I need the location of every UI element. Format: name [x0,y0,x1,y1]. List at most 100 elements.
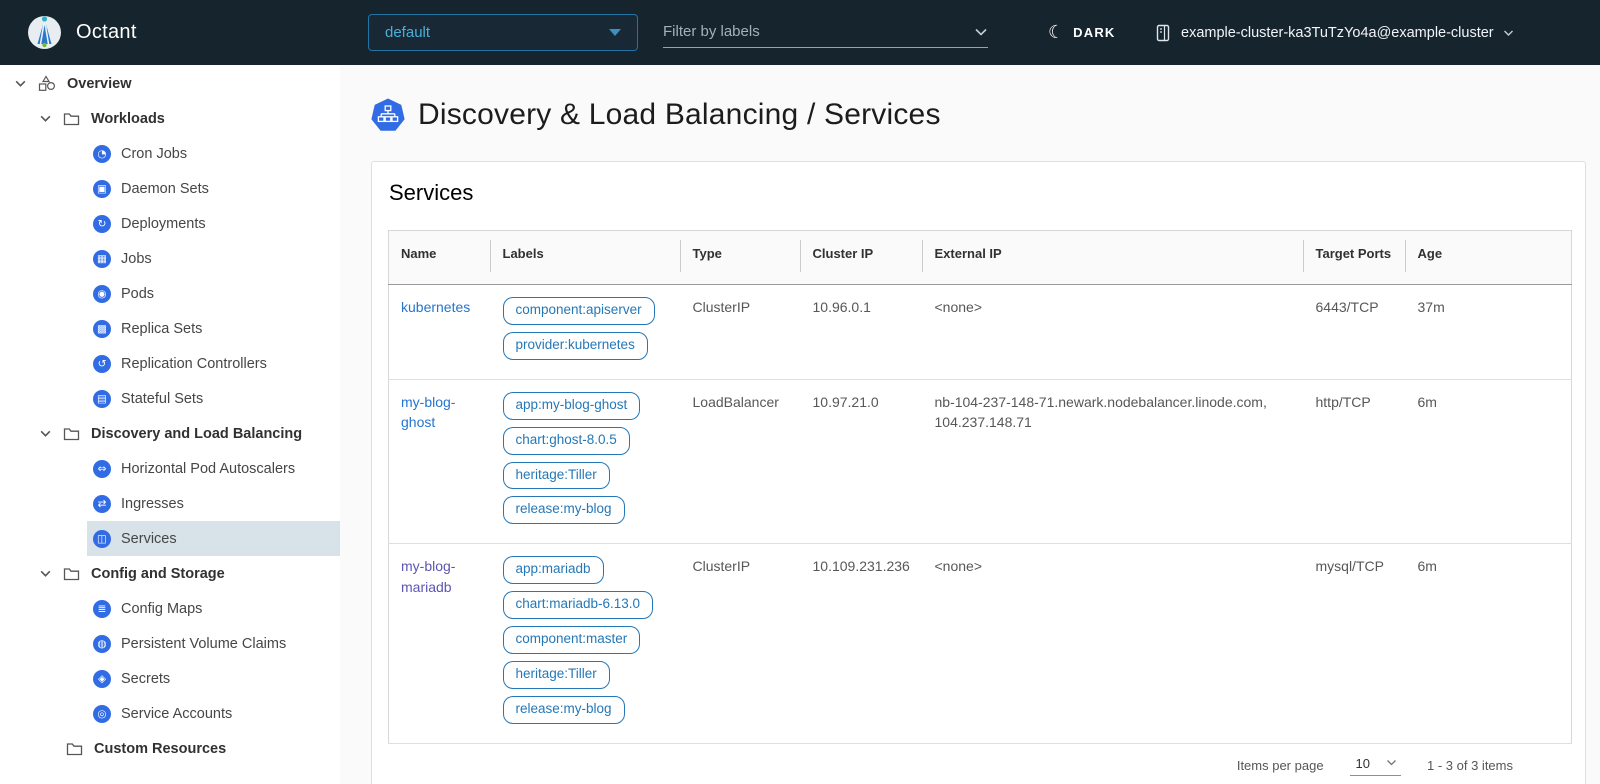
moon-icon: ☾ [1048,24,1064,42]
sidebar-item-config-maps[interactable]: ≣ Config Maps [87,591,340,626]
age-cell: 6m [1406,544,1572,743]
cron-jobs-icon: ◔ [93,145,111,163]
stateful-sets-icon: ▤ [93,390,111,408]
sidebar-item-label: Daemon Sets [121,181,209,197]
chevron-down-icon[interactable] [974,27,988,37]
pagination-footer: Items per page 10 1 - 3 of 3 items [388,744,1569,784]
label-pill[interactable]: chart:ghost-8.0.5 [503,427,630,455]
label-pill[interactable]: heritage:Tiller [503,661,610,689]
table-row: my-blog-ghost app:my-blog-ghost chart:gh… [389,379,1572,544]
column-header-cluster-ip: Cluster IP [801,231,923,285]
sidebar-item-overview[interactable]: Overview [0,66,340,101]
label-pill[interactable]: app:my-blog-ghost [503,392,641,420]
sidebar-item-label: Horizontal Pod Autoscalers [121,461,295,477]
items-per-page-value: 10 [1356,756,1370,771]
caret-down-icon[interactable] [13,77,27,90]
sidebar-item-service-accounts[interactable]: ◎ Service Accounts [87,696,340,731]
horizontal-pod-autoscalers-icon: ⇔ [93,460,111,478]
folder-icon [63,567,80,581]
sidebar-item-workloads[interactable]: Workloads [0,101,340,136]
column-header-external-ip: External IP [923,231,1304,285]
label-pill[interactable]: component:master [503,626,641,654]
label-pill[interactable]: provider:kubernetes [503,332,648,360]
label-pill[interactable]: chart:mariadb-6.13.0 [503,591,654,619]
label-pill[interactable]: release:my-blog [503,696,625,724]
chevron-down-icon [1503,29,1514,37]
namespace-value: default [385,24,609,41]
label-pill[interactable]: release:my-blog [503,496,625,524]
sidebar-item-ingresses[interactable]: ⇄ Ingresses [87,486,340,521]
services-card: Services Name Labels Type Cluster IP Ext… [371,161,1586,784]
target-ports-cell: http/TCP [1304,379,1406,544]
octant-logo-icon [26,14,63,51]
sidebar-item-label: Stateful Sets [121,391,203,407]
deployments-icon: ↻ [93,215,111,233]
chevron-down-icon [609,29,621,36]
type-cell: ClusterIP [681,285,801,380]
sidebar-item-horizontal-pod-autoscalers[interactable]: ⇔ Horizontal Pod Autoscalers [87,451,340,486]
table-header-row: Name Labels Type Cluster IP External IP … [389,231,1572,285]
dark-mode-toggle[interactable]: ☾ DARK [1048,0,1116,65]
sidebar-navigation: Overview Workloads ◔ Cron Jobs ▣ Daemon … [0,65,340,784]
sidebar-item-custom-resources[interactable]: Custom Resources [0,731,340,766]
caret-down-icon[interactable] [38,427,52,440]
sidebar-item-config-and-storage[interactable]: Config and Storage [0,556,340,591]
sidebar-item-label: Secrets [121,671,170,687]
sidebar-item-services[interactable]: ◫ Services [87,521,340,556]
namespace-select[interactable]: default [368,14,638,51]
pods-icon: ◉ [93,285,111,303]
caret-down-icon[interactable] [38,567,52,580]
app-header: Octant default ☾ DARK example-cluster-ka… [0,0,1600,65]
sidebar-item-label: Ingresses [121,496,184,512]
items-per-page-label: Items per page [1237,758,1324,773]
label-pill[interactable]: component:apiserver [503,297,655,325]
sidebar-item-replica-sets[interactable]: ▩ Replica Sets [87,311,340,346]
pagination-range: 1 - 3 of 3 items [1427,758,1513,773]
page-header: Discovery & Load Balancing / Services [371,98,1586,132]
folder-icon [63,427,80,441]
sidebar-item-label: Overview [67,76,132,92]
external-ip-cell: <none> [923,285,1304,380]
sidebar-item-deployments[interactable]: ↻ Deployments [87,206,340,241]
sidebar-item-label: Workloads [91,111,165,127]
column-header-age: Age [1406,231,1572,285]
service-link[interactable]: my-blog-ghost [401,394,455,430]
sidebar-item-daemon-sets[interactable]: ▣ Daemon Sets [87,171,340,206]
sidebar-item-label: Persistent Volume Claims [121,636,286,652]
folder-icon [63,112,80,126]
sidebar-item-label: Config and Storage [91,566,225,582]
label-pill[interactable]: app:mariadb [503,556,604,584]
sidebar-item-stateful-sets[interactable]: ▤ Stateful Sets [87,381,340,416]
sidebar-item-replication-controllers[interactable]: ↺ Replication Controllers [87,346,340,381]
sidebar-item-jobs[interactable]: ▦ Jobs [87,241,340,276]
services-table: Name Labels Type Cluster IP External IP … [388,230,1572,744]
label-filter-input[interactable] [663,23,974,40]
service-link[interactable]: kubernetes [401,299,470,315]
caret-down-icon[interactable] [38,112,52,125]
service-link[interactable]: my-blog-mariadb [401,558,455,594]
main-content: Discovery & Load Balancing / Services Se… [340,65,1600,784]
page-title: Discovery & Load Balancing / Services [418,98,941,132]
chevron-down-icon [1386,759,1397,767]
external-ip-cell: nb-104-237-148-71.newark.nodebalancer.li… [923,379,1304,544]
sidebar-item-label: Config Maps [121,601,202,617]
overview-icon [38,75,56,92]
app-title: Octant [76,21,137,44]
sidebar-item-label: Discovery and Load Balancing [91,426,302,442]
sidebar-item-label: Replication Controllers [121,356,267,372]
sidebar-item-persistent-volume-claims[interactable]: ◍ Persistent Volume Claims [87,626,340,661]
cluster-icon [1155,24,1172,42]
sidebar-item-label: Jobs [121,251,152,267]
replication-controllers-icon: ↺ [93,355,111,373]
items-per-page-select[interactable]: 10 [1350,755,1401,776]
replica-sets-icon: ▩ [93,320,111,338]
sidebar-item-discovery-and-load-balancing[interactable]: Discovery and Load Balancing [0,416,340,451]
sidebar-item-pods[interactable]: ◉ Pods [87,276,340,311]
ingresses-icon: ⇄ [93,495,111,513]
folder-icon [66,742,83,756]
column-header-target-ports: Target Ports [1304,231,1406,285]
sidebar-item-secrets[interactable]: ◈ Secrets [87,661,340,696]
sidebar-item-cron-jobs[interactable]: ◔ Cron Jobs [87,136,340,171]
cluster-selector[interactable]: example-cluster-ka3TuTzYo4a@example-clus… [1155,0,1514,65]
label-pill[interactable]: heritage:Tiller [503,462,610,490]
